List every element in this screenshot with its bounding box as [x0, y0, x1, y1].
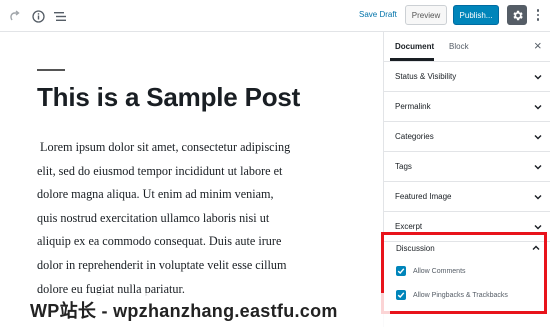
- preview-button[interactable]: Preview: [405, 5, 447, 25]
- allow-pingbacks-checkbox[interactable]: [396, 290, 406, 300]
- gear-icon: [512, 10, 523, 20]
- checkmark-icon: [397, 292, 405, 299]
- checkmark-icon: [397, 268, 405, 275]
- chevron-down-icon: [534, 105, 542, 110]
- panel-status-visibility[interactable]: Status & Visibility: [384, 62, 550, 92]
- panel-discussion-title[interactable]: Discussion: [396, 244, 435, 253]
- paragraph-line: aliquip ex ea commodo consequat. Duis au…: [37, 234, 282, 249]
- info-icon[interactable]: [30, 8, 46, 24]
- panel-title: Status & Visibility: [395, 72, 457, 81]
- save-draft-link[interactable]: Save Draft: [359, 10, 397, 19]
- tab-document[interactable]: Document: [395, 42, 434, 51]
- more-vertical-icon[interactable]: [534, 7, 542, 23]
- paragraph-line: quis nostrud exercitation ullamco labori…: [37, 210, 270, 225]
- panel-title: Permalink: [395, 102, 431, 111]
- watermark-text: WP站长 - wpzhanzhang.eastfu.com: [30, 301, 338, 321]
- tab-block[interactable]: Block: [449, 42, 469, 51]
- panel-title: Tags: [395, 162, 412, 171]
- post-title[interactable]: This is a Sample Post: [37, 82, 300, 113]
- allow-pingbacks-option[interactable]: Allow Pingbacks & Trackbacks: [396, 290, 508, 300]
- editor-toolbar: Save Draft Preview Publish...: [0, 0, 550, 32]
- publish-button[interactable]: Publish...: [453, 5, 499, 25]
- editor-canvas: This is a Sample Post Lorem ipsum dolor …: [0, 32, 383, 327]
- paragraph-line: elit, sed do eiusmod tempor incididunt u…: [37, 163, 283, 178]
- sidebar-tabs: Document Block ×: [384, 32, 550, 62]
- paragraph-line: dolor in reprehenderit in voluptate veli…: [37, 257, 287, 272]
- chevron-up-icon[interactable]: [531, 243, 541, 253]
- chevron-down-icon: [534, 135, 542, 140]
- allow-comments-checkbox[interactable]: [396, 266, 406, 276]
- panel-permalink[interactable]: Permalink: [384, 92, 550, 122]
- paragraph-line: dolore magna aliqua. Ut enim ad minim ve…: [37, 187, 274, 202]
- paragraph-line: Lorem ipsum dolor sit amet, consectetur …: [40, 140, 291, 154]
- redo-icon[interactable]: [7, 8, 23, 24]
- panel-tags[interactable]: Tags: [384, 152, 550, 182]
- chevron-down-icon: [534, 165, 542, 170]
- outline-icon[interactable]: [52, 8, 68, 24]
- settings-button[interactable]: [507, 5, 527, 25]
- panel-categories[interactable]: Categories: [384, 122, 550, 152]
- post-paragraph[interactable]: Lorem ipsum dolor sit amet, consectetur …: [37, 136, 337, 301]
- allow-pingbacks-label: Allow Pingbacks & Trackbacks: [413, 291, 508, 299]
- chevron-down-icon: [534, 225, 542, 230]
- panel-title: Featured Image: [395, 192, 452, 201]
- active-tab-indicator: [390, 58, 434, 61]
- chevron-down-icon: [534, 195, 542, 200]
- panel-title: Excerpt: [395, 222, 423, 231]
- chevron-down-icon: [534, 75, 542, 80]
- allow-comments-option[interactable]: Allow Comments: [396, 266, 466, 276]
- close-icon[interactable]: ×: [534, 39, 542, 52]
- separator-block: [37, 69, 65, 71]
- allow-comments-label: Allow Comments: [413, 267, 466, 275]
- panel-featured-image[interactable]: Featured Image: [384, 182, 550, 212]
- panel-title: Categories: [395, 132, 434, 141]
